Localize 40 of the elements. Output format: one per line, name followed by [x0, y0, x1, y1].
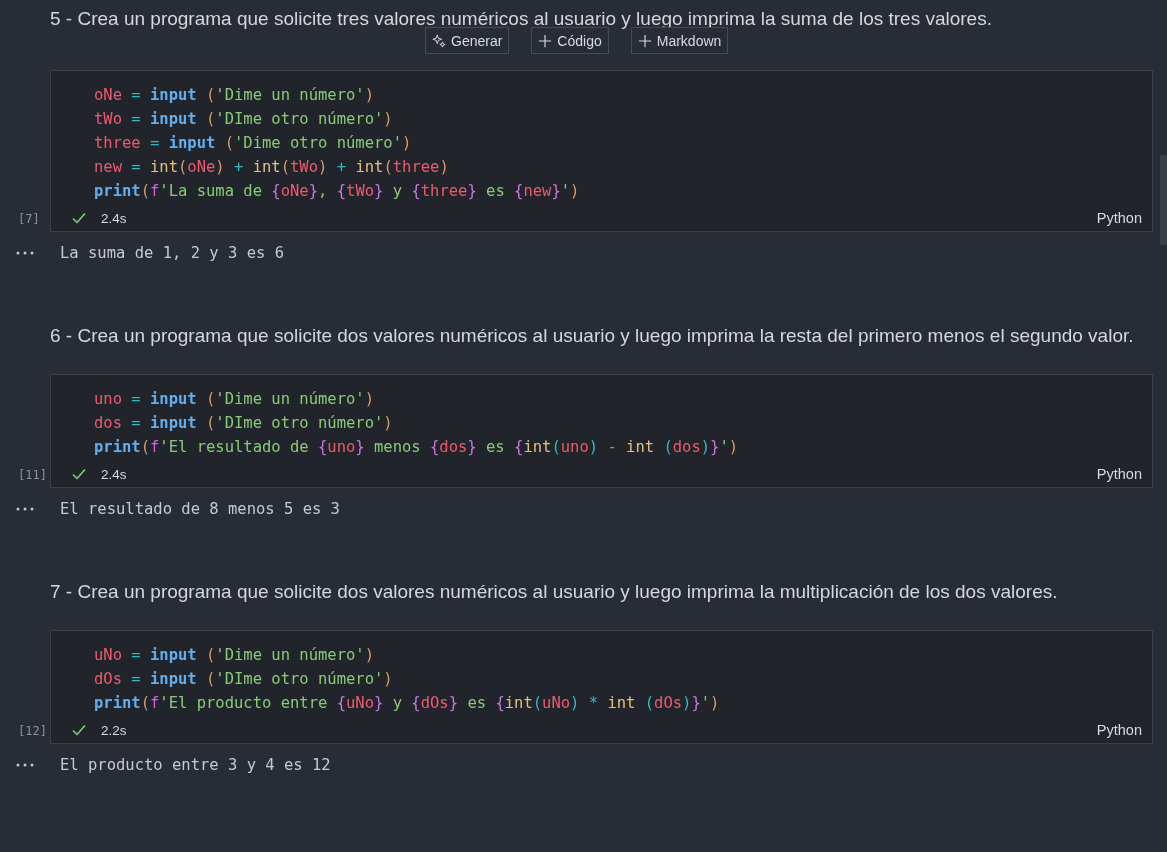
execution-count: [12] — [18, 724, 47, 738]
code-line: uno = input ('Dime un número') — [94, 389, 374, 410]
code-cell[interactable] — [50, 70, 1153, 232]
code-line: print(f'El producto entre {uNo} y {dOs} es {int(uNo) * int (dOs)}') — [94, 693, 720, 714]
more-icon[interactable] — [16, 251, 34, 255]
code-line: tWo = input ('DIme otro número') — [94, 109, 393, 130]
generate-button[interactable]: Generar — [425, 27, 510, 54]
code-cell[interactable]: uno = input ('Dime un número') dos = input ('DIme otro número') print(f'El resultado de {uno} menos {dos} es {int(uno) - int (dos)}') 2.4s Python — [50, 374, 1153, 488]
code-line: dOs = input ('DIme otro número') — [94, 669, 393, 690]
code-cell[interactable]: uNo = input ('Dime un número') dOs = input ('DIme otro número') print(f'El producto entre {uNo} y {dOs} es {int(uNo) * int (dOs)}') 2.2s Python — [50, 630, 1153, 744]
sparkle-icon — [432, 33, 446, 48]
language-label[interactable]: Python — [1096, 210, 1142, 226]
execution-time: 2.4s — [101, 210, 127, 226]
plus-icon — [637, 33, 652, 48]
code-line: uNo = input ('Dime un número') — [94, 645, 374, 666]
more-icon[interactable] — [16, 763, 34, 767]
code-line: oNe = input ('Dime un número') — [94, 85, 374, 106]
code-line: new = int(oNe) + int(tWo) + int(three) — [94, 157, 449, 178]
language-label[interactable]: Python — [1096, 722, 1142, 738]
markdown-text: 7 - Crea un programa que solicite dos valores numéricos al usuario y luego imprima la multiplicación de los dos valores. — [50, 580, 1059, 604]
check-icon — [71, 466, 87, 482]
code-line: print(f'El resultado de {uno} menos {dos} es {int(uno) - int (dos)}') — [94, 437, 739, 458]
add-cell-button[interactable]: Markdown — [630, 27, 729, 54]
cell-output: El resultado de 8 menos 5 es 3 — [60, 500, 340, 518]
check-icon — [71, 210, 87, 226]
language-label[interactable]: Python — [1096, 466, 1142, 482]
cell-output: La suma de 1, 2 y 3 es 6 — [60, 244, 284, 262]
more-icon[interactable] — [16, 507, 34, 511]
cell-output: El producto entre 3 y 4 es 12 — [60, 756, 331, 774]
execution-count: [7] — [18, 212, 40, 226]
markdown-text: 6 - Crea un programa que solicite dos valores numéricos al usuario y luego imprima la resta del primero menos el segundo valor. — [50, 324, 1135, 348]
execution-count: [11] — [18, 468, 47, 482]
plus-icon — [538, 33, 553, 48]
execution-time: 2.2s — [101, 722, 127, 738]
code-line: print(f'La suma de {oNe}, {tWo} y {three} es {new}') — [94, 181, 580, 202]
add-cell-button[interactable]: Código — [531, 27, 609, 54]
execution-time: 2.4s — [101, 466, 127, 482]
check-icon — [71, 722, 87, 738]
code-line: dos = input ('DIme otro número') — [94, 413, 393, 434]
code-line: three = input ('Dime otro número') — [94, 133, 412, 154]
